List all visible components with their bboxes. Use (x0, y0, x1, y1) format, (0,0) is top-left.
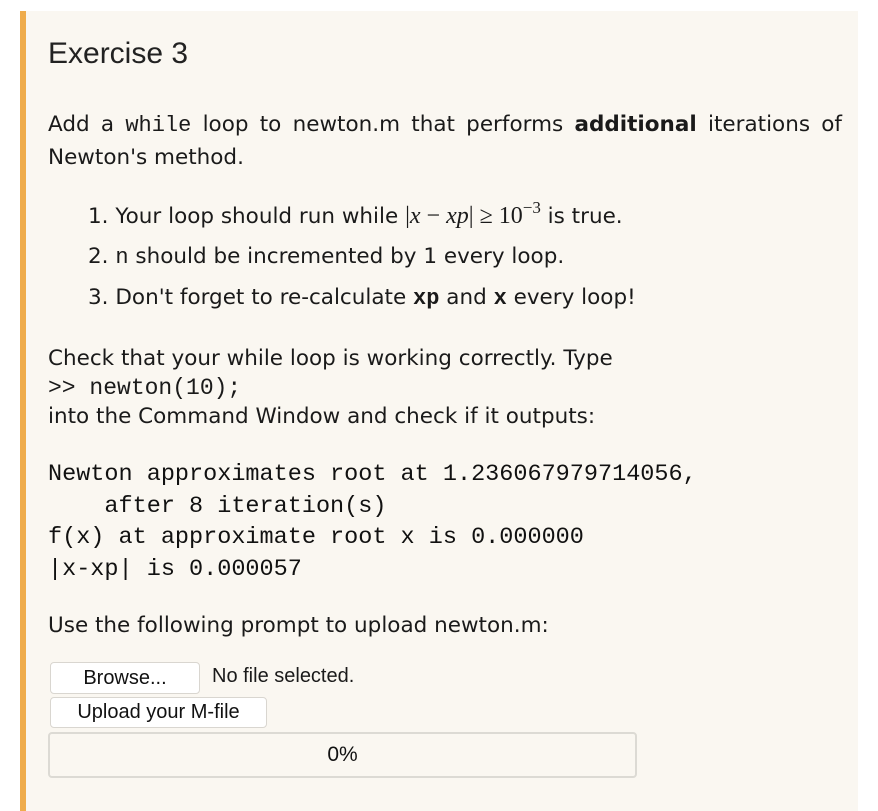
step-text: every loop! (506, 285, 636, 310)
expected-output: Newton approximates root at 1.2360679797… (48, 459, 697, 585)
math-base: 10 (498, 203, 523, 229)
step-item: 2. n should be incremented by 1 every lo… (88, 241, 636, 282)
math-minus: − (420, 203, 447, 229)
exercise-title: Exercise 3 (48, 37, 189, 70)
command-snippet: >> newton(10); (48, 375, 242, 401)
code-x: x (493, 286, 507, 311)
step-text: should be incremented by 1 every loop. (128, 244, 565, 269)
code-n: n (115, 245, 129, 270)
step-text: and (439, 285, 494, 310)
step-text: is true. (540, 204, 623, 229)
exercise-panel: Exercise 3 Add a while loop to newton.m … (20, 11, 858, 811)
math-exponent: −3 (522, 198, 541, 217)
upload-prompt: Use the following prompt to upload newto… (48, 613, 549, 638)
output-line: after 8 iteration(s) (48, 492, 387, 520)
step-list: 1. Your loop should run while |x − xp| ≥… (88, 199, 636, 323)
file-status: No file selected. (212, 665, 355, 687)
code-while: while (125, 113, 192, 138)
browse-button[interactable]: Browse... (50, 662, 200, 694)
output-line: |x-xp| is 0.000057 (48, 555, 302, 583)
math-x: x (409, 203, 421, 229)
exercise-intro: Add a while loop to newton.m that perfor… (48, 109, 842, 174)
step-number: 2. (88, 244, 109, 269)
intro-bold: additional (574, 112, 697, 137)
intro-text: Add a (48, 112, 126, 137)
output-line: f(x) at approximate root x is 0.000000 (48, 524, 584, 551)
step-text: Your loop should run while (115, 204, 406, 229)
math-geq: ≥ (473, 203, 499, 229)
step-number: 1. (88, 204, 109, 229)
check-text: Check that your while loop is working co… (48, 346, 613, 371)
check-instructions: Check that your while loop is working co… (48, 344, 613, 432)
step-number: 3. (88, 285, 109, 310)
progress-label: 0% (327, 743, 358, 766)
math-xp: xp (446, 203, 469, 229)
step-item: 3. Don't forget to re-calculate xp and x… (88, 282, 636, 323)
upload-button[interactable]: Upload your M-file (50, 697, 267, 728)
math-expression: |x − xp| ≥ 10−3 (405, 199, 541, 229)
upload-progress-bar: 0% (48, 732, 637, 778)
check-text: into the Command Window and check if it … (48, 404, 596, 429)
output-line: Newton approximates root at 1.2360679797… (48, 461, 697, 488)
step-text: Don't forget to re-calculate (115, 285, 414, 310)
code-xp: xp (413, 286, 440, 311)
intro-text: loop to newton.m that performs (191, 112, 575, 137)
step-item: 1. Your loop should run while |x − xp| ≥… (88, 199, 636, 241)
